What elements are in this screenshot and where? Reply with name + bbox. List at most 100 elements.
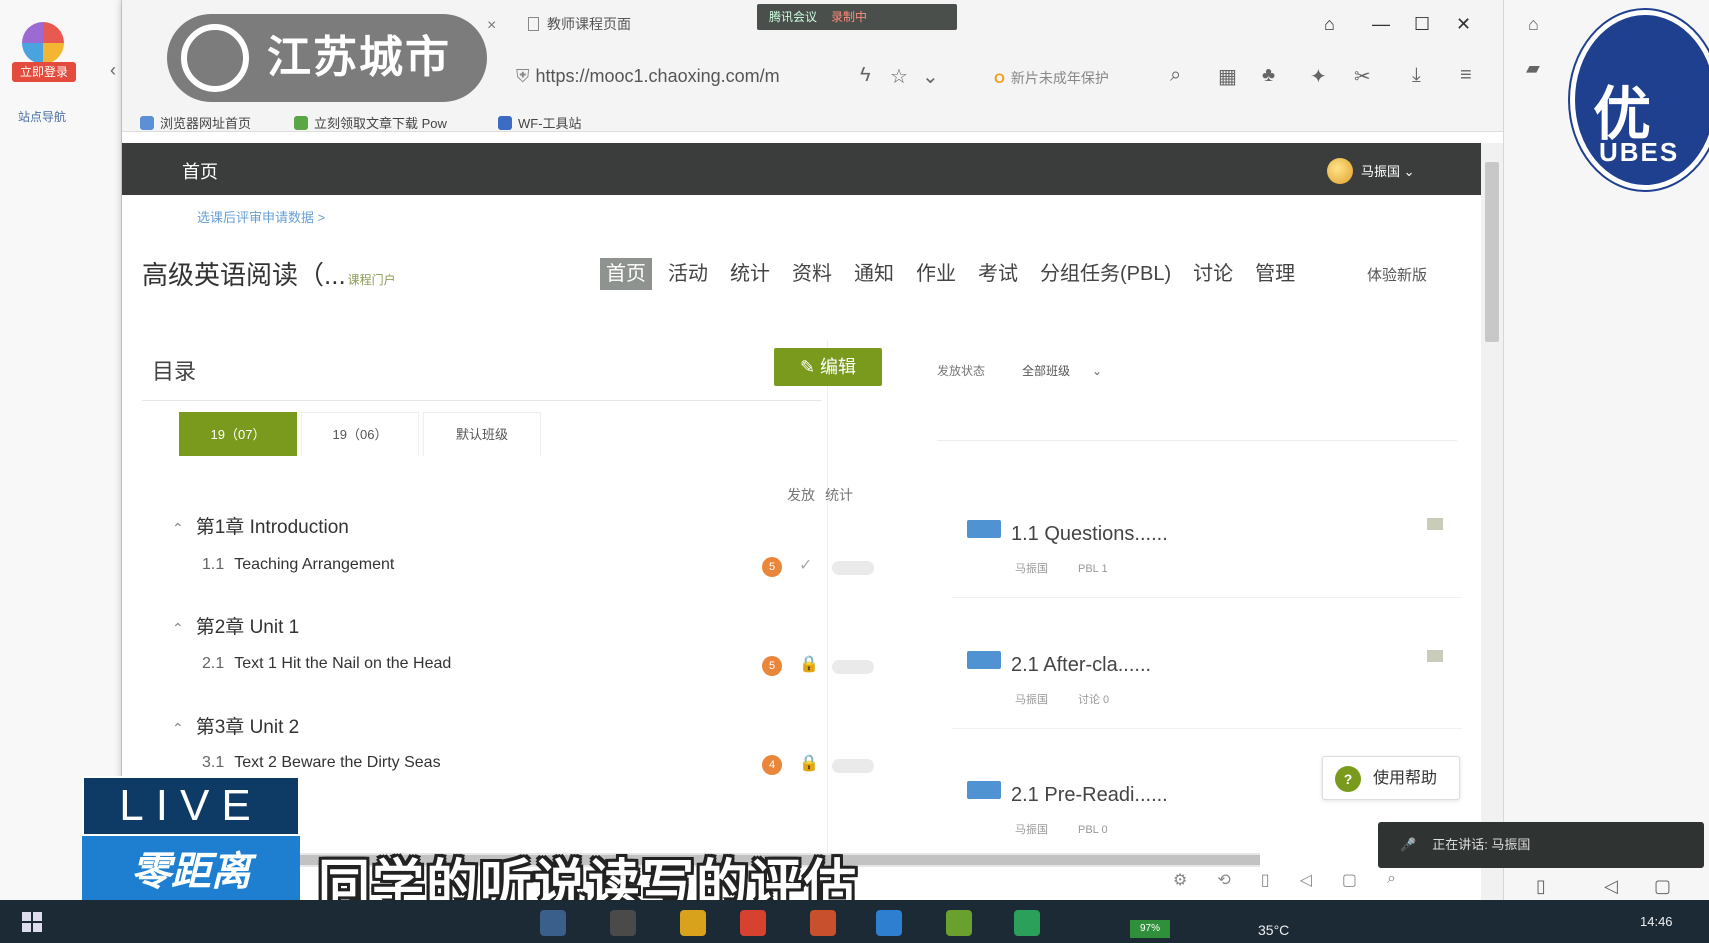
star-icon[interactable]: ☆ [890, 64, 908, 89]
windows-start-icon[interactable] [22, 912, 42, 932]
folder-icon[interactable]: ▰ [1526, 58, 1540, 79]
zoom-icon[interactable]: ⌕ [1387, 870, 1396, 890]
site-nav-bar [122, 143, 1481, 195]
course-portal-link[interactable]: 课程门户 [348, 273, 396, 287]
try-new-version-link[interactable]: 体验新版 [1367, 264, 1427, 285]
taskbar-app-icon[interactable] [1014, 910, 1040, 936]
release-toggle[interactable] [832, 660, 874, 674]
url-text: https://mooc1.chaoxing.com/m [535, 66, 780, 86]
breadcrumb[interactable]: 选课后评审申请数据 > [197, 207, 325, 226]
semester-tab-1[interactable]: 19（07） [179, 412, 297, 456]
close-tab-icon[interactable]: × [487, 17, 496, 35]
tab-activities[interactable]: 活动 [662, 258, 714, 290]
chapter-item[interactable]: ⌃ 第1章 Introduction [172, 512, 349, 539]
shield-icon: ⛨ [516, 66, 530, 86]
lesson-item[interactable]: 3.1 Text 2 Beware the Dirty Seas [202, 754, 441, 772]
release-toggle[interactable] [832, 759, 874, 773]
lesson-item[interactable]: 2.1 Text 1 Hit the Nail on the Head [202, 655, 451, 673]
bookmark-item-3[interactable]: WF-工具站 [498, 113, 582, 132]
tab-notices[interactable]: 通知 [848, 258, 900, 290]
program-logo: 零距离 [82, 836, 300, 908]
activity-item[interactable]: 2.1 After-cla...... 马振国 讨论 0 [967, 651, 1151, 707]
bookmark-item-1[interactable]: 浏览器网址首页 [140, 113, 251, 132]
search-input[interactable]: O 新片未成年保护 [994, 68, 1109, 88]
taskbar-app-icon[interactable] [610, 910, 636, 936]
url-field[interactable]: ⛨ https://mooc1.chaoxing.com/m [516, 66, 780, 87]
meeting-label: 腾讯会议 [769, 10, 818, 24]
tab-exams[interactable]: 考试 [972, 258, 1024, 290]
chevron-up-icon[interactable]: ⌃ [172, 620, 184, 636]
game-icon[interactable]: ♣ [1262, 64, 1275, 87]
nav-home-link[interactable]: 首页 [182, 158, 218, 184]
taskbar-app-icon[interactable] [876, 910, 902, 936]
apps-icon[interactable]: ▦ [1218, 64, 1237, 89]
tab-discussion[interactable]: 讨论 [1187, 258, 1239, 290]
meeting-status-bar[interactable]: 腾讯会议 录制中 [757, 4, 957, 30]
battery-indicator[interactable]: 97% [1130, 920, 1170, 938]
chapter-item[interactable]: ⌃ 第3章 Unit 2 [172, 712, 299, 739]
extension-icon[interactable]: ✦ [1310, 64, 1327, 89]
speaker-icon[interactable]: ◁ [1604, 876, 1618, 897]
taskbar-app-icon[interactable] [946, 910, 972, 936]
volume-icon[interactable]: ◁ [1300, 870, 1312, 890]
check-icon[interactable]: ✓ [799, 555, 812, 575]
menu-icon[interactable]: ≡ [1460, 64, 1472, 87]
lesson-title: Text 1 Hit the Nail on the Head [234, 655, 452, 672]
activity-type-icon [967, 781, 1001, 799]
user-menu[interactable]: 马振国 ⌄ [1327, 158, 1415, 184]
tab-homework[interactable]: 作业 [910, 258, 962, 290]
pin-icon[interactable]: ⌂ [1324, 14, 1335, 35]
help-button[interactable]: ? 使用帮助 [1322, 756, 1460, 800]
chevron-up-icon[interactable]: ⌃ [172, 520, 184, 536]
search-icon[interactable]: ⌕ [1170, 64, 1181, 87]
tab-manage[interactable]: 管理 [1249, 258, 1301, 290]
chevron-down-icon: ⌄ [1403, 164, 1415, 179]
chapter-item[interactable]: ⌃ 第2章 Unit 1 [172, 612, 299, 639]
class-filter-select[interactable]: 全部班级 ⌄ [1022, 362, 1102, 379]
taskbar-app-icon[interactable] [540, 910, 566, 936]
taskbar-app-icon[interactable] [740, 910, 766, 936]
history-icon[interactable]: ⟲ [1217, 870, 1230, 890]
edit-button[interactable]: ✎ 编辑 [774, 348, 882, 386]
bookmark-item-2[interactable]: 立刻领取文章下载 Pow [294, 113, 447, 132]
share-icon[interactable]: ⚙ [1173, 870, 1187, 890]
taskbar-app-icon[interactable] [810, 910, 836, 936]
activity-item[interactable]: 2.1 Pre-Readi...... 马振国 PBL 0 [967, 781, 1168, 837]
minimize-button[interactable]: — [1372, 14, 1390, 35]
lock-icon[interactable]: 🔒 [799, 654, 819, 674]
speaking-notice: 🎤 正在讲话: 马振国 [1378, 822, 1704, 868]
flag-icon[interactable] [1427, 518, 1443, 530]
trash-icon[interactable]: ▯ [1261, 870, 1270, 890]
tab-statistics[interactable]: 统计 [724, 258, 776, 290]
tab-home[interactable]: 首页 [600, 258, 652, 290]
chevron-down-icon[interactable]: ⌄ [922, 64, 939, 89]
lesson-item[interactable]: 1.1 Teaching Arrangement [202, 556, 394, 574]
activity-item[interactable]: 1.1 Questions...... 马振国 PBL 1 [967, 520, 1168, 576]
scissors-icon[interactable]: ✂ [1354, 64, 1371, 89]
semester-tab-2[interactable]: 19（06） [301, 412, 419, 456]
release-toggle[interactable] [832, 561, 874, 575]
close-window-button[interactable]: ✕ [1456, 14, 1471, 35]
app-logo[interactable]: 立即登录 [12, 22, 76, 82]
weather-temperature[interactable]: 35°C [1258, 922, 1289, 938]
trash-icon[interactable]: ▯ [1536, 876, 1546, 897]
tab-pbl[interactable]: 分组任务(PBL) [1034, 258, 1177, 290]
window-icon[interactable]: ▢ [1654, 876, 1671, 897]
bolt-icon[interactable]: ϟ [860, 64, 871, 87]
lock-icon[interactable]: 🔒 [799, 753, 819, 773]
chevron-left-icon[interactable]: ‹ [110, 60, 116, 81]
maximize-button[interactable]: ☐ [1414, 14, 1430, 35]
login-tag[interactable]: 立即登录 [12, 62, 76, 82]
flag-icon[interactable] [1427, 650, 1443, 662]
window-icon[interactable]: ▢ [1342, 870, 1357, 890]
chevron-up-icon[interactable]: ⌃ [172, 720, 184, 736]
scrollbar-thumb[interactable] [1485, 162, 1499, 342]
browser-tab[interactable]: 教师课程页面 [528, 14, 698, 46]
clock[interactable]: 14:46 [1640, 914, 1673, 929]
taskbar-app-icon[interactable] [680, 910, 706, 936]
tab-resources[interactable]: 资料 [786, 258, 838, 290]
left-bookmark-link[interactable]: 站点导航 [18, 108, 66, 125]
download-icon[interactable]: ⤓ [1412, 64, 1421, 87]
semester-tab-3[interactable]: 默认班级 [423, 412, 541, 456]
pin-icon[interactable]: ⌂ [1528, 14, 1539, 35]
